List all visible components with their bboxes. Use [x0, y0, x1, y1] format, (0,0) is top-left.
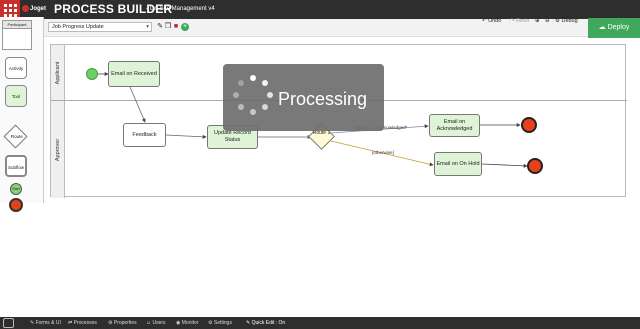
node-label: Email on Acknowledged	[436, 118, 473, 132]
end-node-acknowledged[interactable]	[521, 117, 537, 133]
flow-connectors	[98, 72, 528, 168]
nav-processes[interactable]: ⇄ Processes	[68, 320, 97, 326]
quick-edit-toggle[interactable]: ✎ Quick Edit : On	[246, 320, 285, 326]
end-node-on-hold[interactable]	[527, 158, 543, 174]
nav-settings[interactable]: ⚙ Settings	[208, 320, 232, 326]
nav-label: Settings	[213, 320, 232, 326]
node-label: Email on On Hold	[436, 160, 480, 167]
bottom-nav: ✎ Forms & UI ⇄ Processes ⚙ Properties ☺ …	[0, 317, 640, 329]
activity-email-on-acknowledged[interactable]: Email on Acknowledged	[429, 114, 480, 137]
nav-users[interactable]: ☺ Users	[146, 320, 166, 326]
nav-label: Properties	[113, 320, 137, 326]
node-label: Email on Received	[111, 70, 157, 77]
activity-email-on-hold[interactable]: Email on On Hold	[434, 152, 482, 176]
nav-monitor[interactable]: ◉ Monitor	[176, 320, 198, 326]
quick-edit-label: Quick Edit : On	[251, 320, 286, 326]
nav-label: Processes	[73, 320, 97, 326]
flow-email-on-hold-to-end[interactable]	[481, 163, 528, 168]
nav-label: Users	[152, 320, 166, 326]
nav-properties[interactable]: ⚙ Properties	[108, 320, 137, 326]
start-node[interactable]	[86, 68, 98, 80]
sidebar-toggle-icon[interactable]	[3, 318, 14, 328]
route-1-label: Route 1	[312, 130, 331, 136]
processing-label: Processing	[278, 89, 368, 109]
flow-label-otherwise: [otherwise]	[372, 150, 394, 155]
flow-email-received-to-feedback[interactable]	[129, 86, 146, 123]
nav-label: Forms & UI	[35, 320, 61, 326]
node-label: Update Record Status	[214, 130, 251, 143]
nav-forms-ui[interactable]: ✎ Forms & UI	[30, 320, 61, 326]
spinner-icon	[233, 75, 273, 115]
processing-overlay: Processing	[223, 64, 384, 131]
flow-feedback-to-update-record[interactable]	[165, 134, 207, 139]
nav-label: Monitor	[181, 320, 199, 326]
activity-email-on-received[interactable]: Email on Received	[108, 61, 160, 87]
node-label: Feedback	[132, 131, 157, 138]
activity-feedback[interactable]: Feedback	[123, 123, 166, 147]
